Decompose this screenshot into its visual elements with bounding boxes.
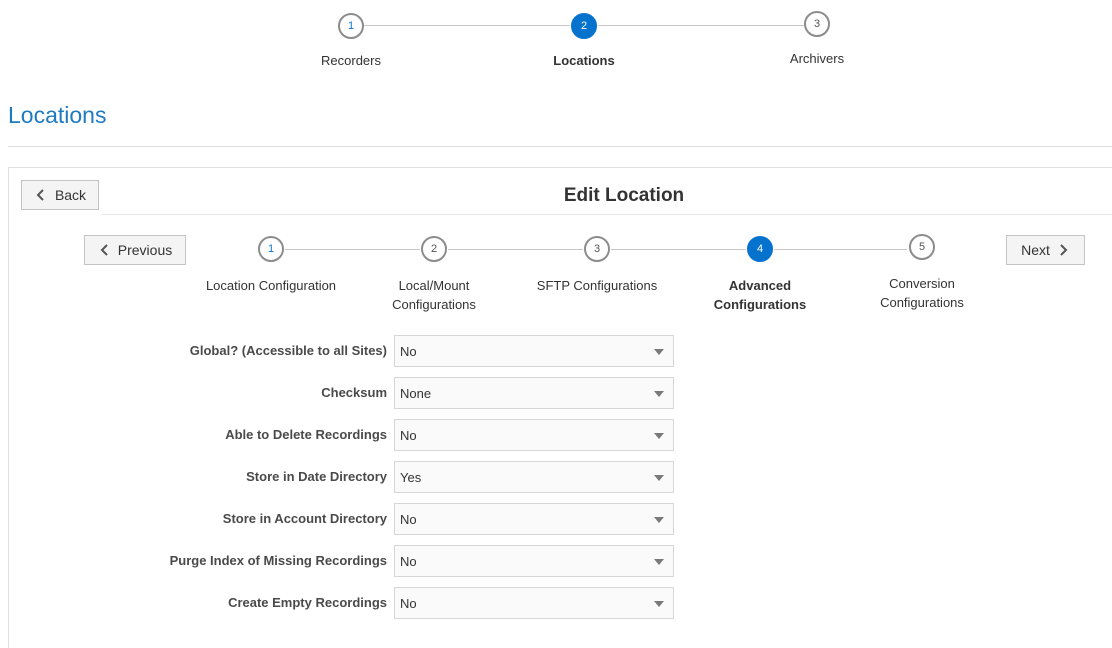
chevron-right-icon bbox=[1060, 244, 1068, 256]
select-value: No bbox=[400, 428, 417, 443]
caret-down-icon bbox=[654, 517, 664, 523]
train-step-locations[interactable]: 2 Locations bbox=[530, 13, 638, 69]
step-label: Recorders bbox=[321, 53, 381, 68]
field-label: Store in Account Directory bbox=[222, 511, 387, 526]
step-label: Location Configuration bbox=[205, 278, 337, 293]
caret-down-icon bbox=[654, 475, 664, 481]
step-location-configuration[interactable]: 1 Location Configuration bbox=[196, 236, 346, 295]
back-button[interactable]: Back bbox=[21, 180, 99, 210]
field-label: Purge Index of Missing Recordings bbox=[169, 553, 387, 568]
step-label: Locations bbox=[553, 53, 615, 68]
step-label: Local/Mount Configurations bbox=[392, 278, 476, 312]
step-label: Archivers bbox=[789, 51, 845, 66]
chevron-left-icon bbox=[100, 244, 108, 256]
create-empty-recordings-select[interactable]: No bbox=[394, 587, 674, 619]
field-store-in-account-directory: Store in Account Directory No bbox=[9, 503, 709, 535]
field-global: Global? (Accessible to all Sites) No bbox=[9, 335, 709, 367]
caret-down-icon bbox=[654, 601, 664, 607]
store-in-date-directory-select[interactable]: Yes bbox=[394, 461, 674, 493]
train-step-recorders[interactable]: 1 Recorders bbox=[297, 13, 405, 69]
field-label: Checksum bbox=[321, 385, 387, 400]
select-value: No bbox=[400, 554, 417, 569]
next-button-label: Next bbox=[1021, 242, 1050, 258]
divider bbox=[8, 146, 1112, 147]
train-step-archivers[interactable]: 3 Archivers bbox=[763, 11, 871, 67]
field-label: Able to Delete Recordings bbox=[225, 427, 387, 442]
step-number: 4 bbox=[747, 236, 773, 262]
back-button-label: Back bbox=[54, 187, 87, 203]
previous-button[interactable]: Previous bbox=[84, 235, 186, 265]
step-number: 2 bbox=[421, 236, 447, 262]
step-number: 2 bbox=[571, 13, 597, 39]
select-value: None bbox=[400, 386, 432, 401]
step-local-mount-configurations[interactable]: 2 Local/Mount Configurations bbox=[359, 236, 509, 314]
caret-down-icon bbox=[654, 391, 664, 397]
field-able-to-delete: Able to Delete Recordings No bbox=[9, 419, 709, 451]
step-number: 3 bbox=[584, 236, 610, 262]
caret-down-icon bbox=[654, 433, 664, 439]
main-wizard-train: 1 Recorders 2 Locations 3 Archivers bbox=[0, 0, 1112, 80]
edit-location-panel: Back Edit Location Previous Next 1 Locat… bbox=[8, 167, 1112, 648]
next-button[interactable]: Next bbox=[1006, 235, 1085, 265]
purge-index-select[interactable]: No bbox=[394, 545, 674, 577]
checksum-select[interactable]: None bbox=[394, 377, 674, 409]
select-value: No bbox=[400, 596, 417, 611]
step-number: 3 bbox=[804, 11, 830, 37]
step-label: Conversion Configurations bbox=[880, 276, 964, 310]
field-create-empty-recordings: Create Empty Recordings No bbox=[9, 587, 709, 619]
field-store-in-date-directory: Store in Date Directory Yes bbox=[9, 461, 709, 493]
step-sftp-configurations[interactable]: 3 SFTP Configurations bbox=[522, 236, 672, 295]
field-checksum: Checksum None bbox=[9, 377, 709, 409]
step-advanced-configurations[interactable]: 4 Advanced Configurations bbox=[685, 236, 835, 314]
field-purge-index: Purge Index of Missing Recordings No bbox=[9, 545, 709, 577]
field-label: Create Empty Recordings bbox=[228, 595, 387, 610]
able-to-delete-select[interactable]: No bbox=[394, 419, 674, 451]
step-number: 1 bbox=[258, 236, 284, 262]
chevron-left-icon bbox=[36, 189, 44, 201]
select-value: No bbox=[400, 344, 417, 359]
store-in-account-directory-select[interactable]: No bbox=[394, 503, 674, 535]
previous-button-label: Previous bbox=[117, 242, 173, 258]
global-select[interactable]: No bbox=[394, 335, 674, 367]
step-number: 1 bbox=[338, 13, 364, 39]
divider bbox=[101, 214, 1112, 215]
caret-down-icon bbox=[654, 559, 664, 565]
step-number: 5 bbox=[909, 234, 935, 260]
page-title: Locations bbox=[8, 102, 107, 128]
step-label: Advanced Configurations bbox=[713, 278, 807, 312]
step-label: SFTP Configurations bbox=[536, 278, 658, 293]
field-label: Global? (Accessible to all Sites) bbox=[189, 343, 387, 358]
step-conversion-configurations[interactable]: 5 Conversion Configurations bbox=[847, 234, 997, 312]
panel-title: Edit Location bbox=[563, 185, 685, 206]
select-value: Yes bbox=[400, 470, 422, 485]
caret-down-icon bbox=[654, 349, 664, 355]
field-label: Store in Date Directory bbox=[246, 469, 387, 484]
select-value: No bbox=[400, 512, 417, 527]
